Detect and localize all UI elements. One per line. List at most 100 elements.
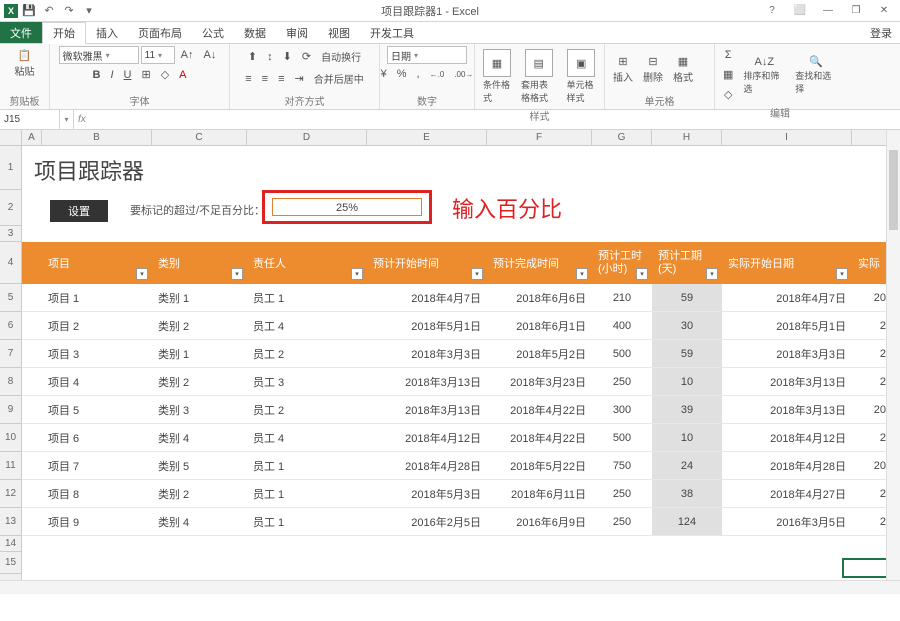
row-header[interactable]: 14 <box>0 536 21 552</box>
filter-icon[interactable]: ▾ <box>351 268 363 280</box>
col-header[interactable]: C <box>152 130 247 145</box>
tab-review[interactable]: 审阅 <box>276 22 318 43</box>
shrink-font-button[interactable]: A↓ <box>200 46 221 64</box>
font-name-combo[interactable]: 微软雅黑▾ <box>59 46 139 64</box>
signin-link[interactable]: 登录 <box>862 22 900 43</box>
th-est-start[interactable]: 预计开始时间▾ <box>367 242 487 284</box>
fill-color-button[interactable]: ◇ <box>157 65 173 84</box>
horizontal-scrollbar[interactable] <box>0 580 900 594</box>
filter-icon[interactable]: ▾ <box>136 268 148 280</box>
border-button[interactable]: ⊞ <box>137 65 154 84</box>
col-header[interactable]: A <box>22 130 42 145</box>
filter-icon[interactable]: ▾ <box>231 268 243 280</box>
col-header[interactable]: I <box>722 130 852 145</box>
settings-button[interactable]: 设置 <box>50 200 108 222</box>
tab-home[interactable]: 开始 <box>42 22 86 44</box>
table-row[interactable]: 项目 6类别 4员工 42018年4月12日2018年4月22日50010201… <box>22 424 900 452</box>
row-header[interactable]: 11 <box>0 452 21 480</box>
minimize-button[interactable]: — <box>818 3 838 19</box>
font-size-combo[interactable]: 11▾ <box>141 46 175 64</box>
row-header[interactable]: 7 <box>0 340 21 368</box>
select-all-corner[interactable] <box>0 130 22 145</box>
close-button[interactable]: ✕ <box>874 3 894 19</box>
col-header[interactable]: G <box>592 130 652 145</box>
tab-view[interactable]: 视图 <box>318 22 360 43</box>
qat-undo-button[interactable]: ↶ <box>40 2 58 20</box>
table-row[interactable]: 项目 3类别 1员工 22018年3月3日2018年5月2日500592018年… <box>22 340 900 368</box>
indent-button[interactable]: ⇥ <box>291 69 308 88</box>
th-actual-start[interactable]: 实际开始日期▾ <box>722 242 852 284</box>
align-center-button[interactable]: ≡ <box>258 70 272 88</box>
filter-icon[interactable]: ▾ <box>636 268 648 280</box>
th-est-hours[interactable]: 预计工时(小时)▾ <box>592 242 652 284</box>
th-est-days[interactable]: 预计工期(天)▾ <box>652 242 722 284</box>
active-cell[interactable] <box>842 558 890 578</box>
align-top-button[interactable]: ⬆ <box>244 47 261 66</box>
table-row[interactable]: 项目 9类别 4员工 12016年2月5日2016年6月9日2501242016… <box>22 508 900 536</box>
increase-decimal-button[interactable]: ←.0 <box>426 67 449 82</box>
find-select-button[interactable]: 🔍查找和选择 <box>791 52 841 98</box>
row-header[interactable]: 15 <box>0 552 21 574</box>
tab-insert[interactable]: 插入 <box>86 22 128 43</box>
underline-button[interactable]: U <box>120 66 136 84</box>
table-row[interactable]: 项目 4类别 2员工 32018年3月13日2018年3月23日25010201… <box>22 368 900 396</box>
row-header[interactable]: 6 <box>0 312 21 340</box>
percent-button[interactable]: % <box>393 65 411 83</box>
filter-icon[interactable]: ▾ <box>706 268 718 280</box>
scrollbar-thumb[interactable] <box>889 150 898 230</box>
clear-button[interactable]: ◇ <box>719 85 737 104</box>
row-header[interactable]: 3 <box>0 226 21 242</box>
autosum-button[interactable]: Σ <box>719 46 737 64</box>
bold-button[interactable]: B <box>89 66 105 84</box>
align-middle-button[interactable]: ↕ <box>263 48 277 66</box>
tab-page-layout[interactable]: 页面布局 <box>128 22 192 43</box>
delete-cells-button[interactable]: ⊟删除 <box>639 52 667 87</box>
comma-button[interactable]: , <box>413 65 424 83</box>
sort-filter-button[interactable]: A↓Z排序和筛选 <box>739 53 789 98</box>
table-row[interactable]: 项目 5类别 3员工 22018年3月13日2018年4月22日30039201… <box>22 396 900 424</box>
conditional-format-button[interactable]: ▦条件格式 <box>479 46 515 107</box>
row-header[interactable]: 9 <box>0 396 21 424</box>
vertical-scrollbar[interactable] <box>886 130 900 580</box>
number-format-combo[interactable]: 日期▾ <box>387 46 467 64</box>
sheet-area[interactable]: 项目跟踪器 设置 要标记的超过/不足百分比： 25% 输入百分比 项目▾ 类别▾… <box>22 146 900 580</box>
decrease-decimal-button[interactable]: .00→ <box>450 67 477 82</box>
row-header[interactable]: 5 <box>0 284 21 312</box>
name-box[interactable]: J15 <box>0 110 60 129</box>
wrap-text-button[interactable]: 自动换行 <box>317 46 365 67</box>
maximize-button[interactable]: ❐ <box>846 3 866 19</box>
row-header[interactable]: 13 <box>0 508 21 536</box>
grow-font-button[interactable]: A↑ <box>177 46 198 64</box>
cell-styles-button[interactable]: ▣单元格样式 <box>562 46 600 107</box>
th-project[interactable]: 项目▾ <box>42 242 152 284</box>
col-header[interactable]: H <box>652 130 722 145</box>
help-button[interactable]: ? <box>762 3 782 19</box>
filter-icon[interactable]: ▾ <box>836 268 848 280</box>
table-row[interactable]: 项目 1类别 1员工 12018年4月7日2018年6月6日210592018年… <box>22 284 900 312</box>
paste-button[interactable]: 📋 粘贴 <box>11 46 39 81</box>
th-est-end[interactable]: 预计完成时间▾ <box>487 242 592 284</box>
th-owner[interactable]: 责任人▾ <box>247 242 367 284</box>
name-box-caret[interactable]: ▾ <box>60 110 74 129</box>
tab-file[interactable]: 文件 <box>0 22 42 43</box>
orientation-button[interactable]: ⟳ <box>298 47 315 66</box>
qat-redo-button[interactable]: ↷ <box>60 2 78 20</box>
th-category[interactable]: 类别▾ <box>152 242 247 284</box>
row-header[interactable]: 2 <box>0 190 21 226</box>
row-header[interactable]: 10 <box>0 424 21 452</box>
col-header[interactable]: E <box>367 130 487 145</box>
tab-formulas[interactable]: 公式 <box>192 22 234 43</box>
align-left-button[interactable]: ≡ <box>241 70 255 88</box>
col-header[interactable]: D <box>247 130 367 145</box>
align-right-button[interactable]: ≡ <box>274 70 288 88</box>
row-header[interactable]: 4 <box>0 242 21 284</box>
italic-button[interactable]: I <box>106 66 117 84</box>
col-header[interactable]: B <box>42 130 152 145</box>
row-header[interactable]: 8 <box>0 368 21 396</box>
threshold-input-cell[interactable]: 25% <box>272 198 422 216</box>
insert-cells-button[interactable]: ⊞插入 <box>609 52 637 87</box>
format-cells-button[interactable]: ▦格式 <box>669 52 697 87</box>
format-as-table-button[interactable]: ▤套用表格格式 <box>517 46 560 107</box>
filter-icon[interactable]: ▾ <box>471 268 483 280</box>
align-bottom-button[interactable]: ⬇ <box>279 47 296 66</box>
